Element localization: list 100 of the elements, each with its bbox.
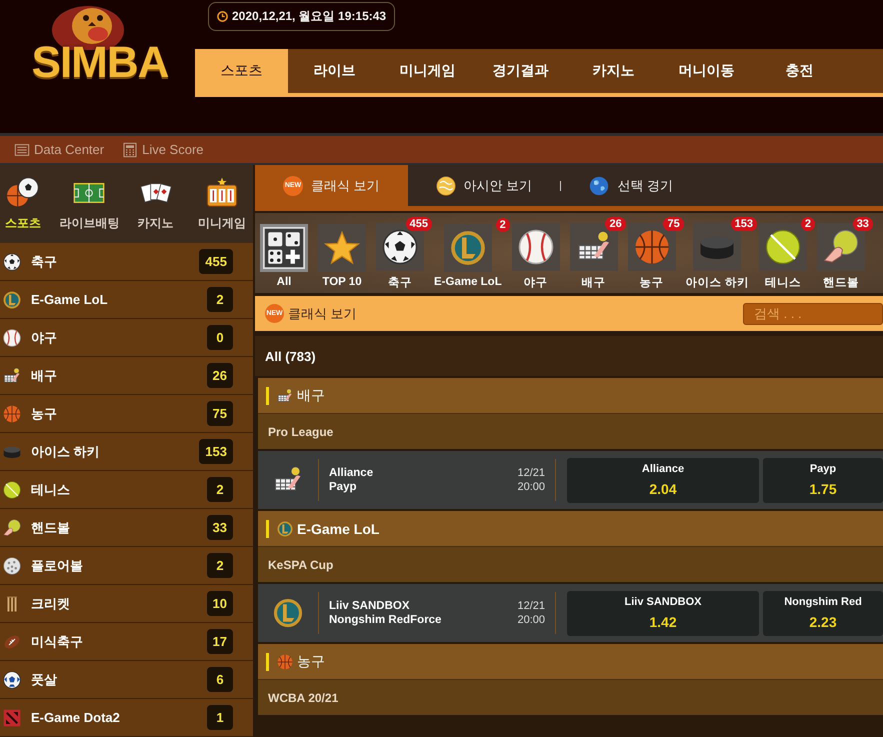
view-tab[interactable]: 아시안 보기 (408, 165, 560, 206)
sidebar-item[interactable]: 핸드볼 33 (0, 509, 253, 547)
match-date: 12/21 (517, 467, 545, 479)
sport-title: E-Game LoL (297, 520, 380, 536)
sport-filter-item[interactable]: 2 E-Game LoL (434, 218, 510, 288)
nav-tab[interactable]: 경기결과 (474, 49, 567, 93)
sidebar-item[interactable]: E-Game Dota2 1 (0, 699, 253, 737)
baseball-icon (518, 228, 554, 264)
nav-tab[interactable]: 스포츠 (195, 49, 288, 93)
baseball-icon (3, 328, 21, 346)
sidebar-item[interactable]: 테니스 2 (0, 471, 253, 509)
nav-tab[interactable]: 미니게임 (381, 49, 474, 93)
sidebar-item[interactable]: 플로어볼 2 (0, 547, 253, 585)
league-name: Pro League (268, 424, 334, 438)
star-icon (324, 230, 360, 266)
count-badge: 10 (206, 591, 233, 616)
team-name: Liiv SANDBOX (329, 600, 411, 612)
odds-button[interactable]: Liiv SANDBOX 1.42 (567, 590, 759, 636)
sidebar-item[interactable]: 야구 0 (0, 319, 253, 357)
handball-icon (822, 228, 859, 264)
count-badge: 2 (800, 216, 815, 230)
section-title: 클래식 보기 (288, 304, 358, 322)
sidebar-item[interactable]: 크리켓 10 (0, 585, 253, 623)
toolbar-link[interactable]: Live Score (122, 142, 204, 158)
view-tab[interactable]: 선택 경기 (561, 165, 701, 206)
basketball-icon (3, 404, 21, 422)
count-badge: 0 (207, 325, 233, 350)
league-name: WCBA 20/21 (268, 690, 338, 704)
calculator-icon (122, 142, 138, 158)
count-badge: 26 (605, 216, 626, 230)
odds-button[interactable]: Alliance 2.04 (567, 458, 759, 502)
sidebar-menu-item[interactable]: 스포츠 (0, 176, 54, 232)
team-name: Payp (329, 481, 358, 493)
odds-button[interactable]: Nongshim Red 2.23 (763, 590, 883, 636)
sidebar-menu-item[interactable]: 카지노 (124, 176, 187, 232)
square-emblem-icon (3, 708, 21, 726)
volleyball-net-icon (3, 366, 21, 384)
emblem-icon (273, 598, 303, 628)
soccer-ball-icon (3, 252, 21, 270)
futsal-ball-icon (3, 670, 21, 688)
sidebar-item[interactable]: 축구 455 (0, 243, 253, 281)
dice-grid-icon (263, 227, 305, 269)
tennis-ball-icon (3, 480, 21, 498)
sidebar-item[interactable]: 미식축구 17 (0, 623, 253, 661)
emblem-icon (277, 520, 293, 536)
nav-tab[interactable]: 충전 (753, 49, 846, 93)
globe-icon (589, 176, 610, 196)
emblem-icon (450, 230, 486, 266)
basketball-icon (634, 228, 670, 264)
logo-text[interactable]: SIMBA (32, 41, 168, 85)
sidebar-item[interactable]: E-Game LoL 2 (0, 281, 253, 319)
team-name: Nongshim RedForce (329, 614, 442, 626)
sport-title: 배구 (297, 386, 325, 404)
nav-tab[interactable]: 머니이동 (660, 49, 753, 93)
count-badge: 2 (496, 218, 510, 232)
count-badge: 26 (206, 363, 233, 388)
count-badge: 6 (207, 667, 233, 692)
sidebar-menu-item[interactable]: 라이브배팅 (58, 176, 120, 232)
team-name: Alliance (329, 467, 374, 479)
list-icon (14, 142, 30, 158)
match-time: 20:00 (517, 614, 545, 626)
tennis-ball-icon (764, 228, 801, 264)
count-badge: 1 (207, 705, 233, 730)
count-badge: 455 (199, 249, 233, 274)
search-field[interactable]: 검색 . . . (743, 302, 883, 324)
sport-title: 농구 (297, 652, 325, 670)
count-badge: 33 (206, 515, 233, 540)
basketball-icon (277, 654, 293, 670)
count-badge: 153 (730, 216, 757, 230)
count-badge: 153 (199, 439, 233, 464)
sidebar-item[interactable]: 농구 75 (0, 395, 253, 433)
league-name: KeSPA Cup (268, 558, 334, 572)
volleyball-net-icon (277, 388, 293, 404)
match-date: 12/21 (517, 600, 545, 612)
sidebar-item[interactable]: 배구 26 (0, 357, 253, 395)
nav-tab[interactable]: 라이브 (288, 49, 381, 93)
count-badge: 33 (852, 216, 873, 230)
count-badge: 75 (663, 216, 684, 230)
count-badge: 2 (207, 287, 233, 312)
toolbar-link[interactable]: Data Center (14, 142, 104, 158)
slot-machine-icon (206, 176, 238, 208)
globe-icon (436, 176, 456, 196)
clock-icon (217, 11, 228, 22)
match-time: 20:00 (517, 481, 545, 493)
sidebar-item[interactable]: 풋살 6 (0, 661, 253, 699)
sports-balls-icon (7, 176, 40, 208)
floorball-icon (3, 556, 21, 574)
count-badge: 2 (207, 477, 233, 502)
american-football-icon (3, 632, 21, 650)
sidebar-item[interactable]: 아이스 하키 153 (0, 433, 253, 471)
soccer-ball-icon (382, 228, 418, 264)
sport-filter-item[interactable]: 153 아이스 하키 (686, 216, 757, 290)
total-count: All (783) (265, 348, 316, 364)
count-badge: 17 (206, 629, 233, 654)
sidebar-menu-item[interactable]: 미니게임 (190, 176, 253, 232)
count-badge: 455 (406, 216, 432, 230)
odds-button[interactable]: Payp 1.75 (763, 458, 883, 502)
count-badge: 75 (206, 401, 233, 426)
handball-icon (3, 518, 21, 536)
nav-tab[interactable]: 카지노 (567, 49, 660, 93)
